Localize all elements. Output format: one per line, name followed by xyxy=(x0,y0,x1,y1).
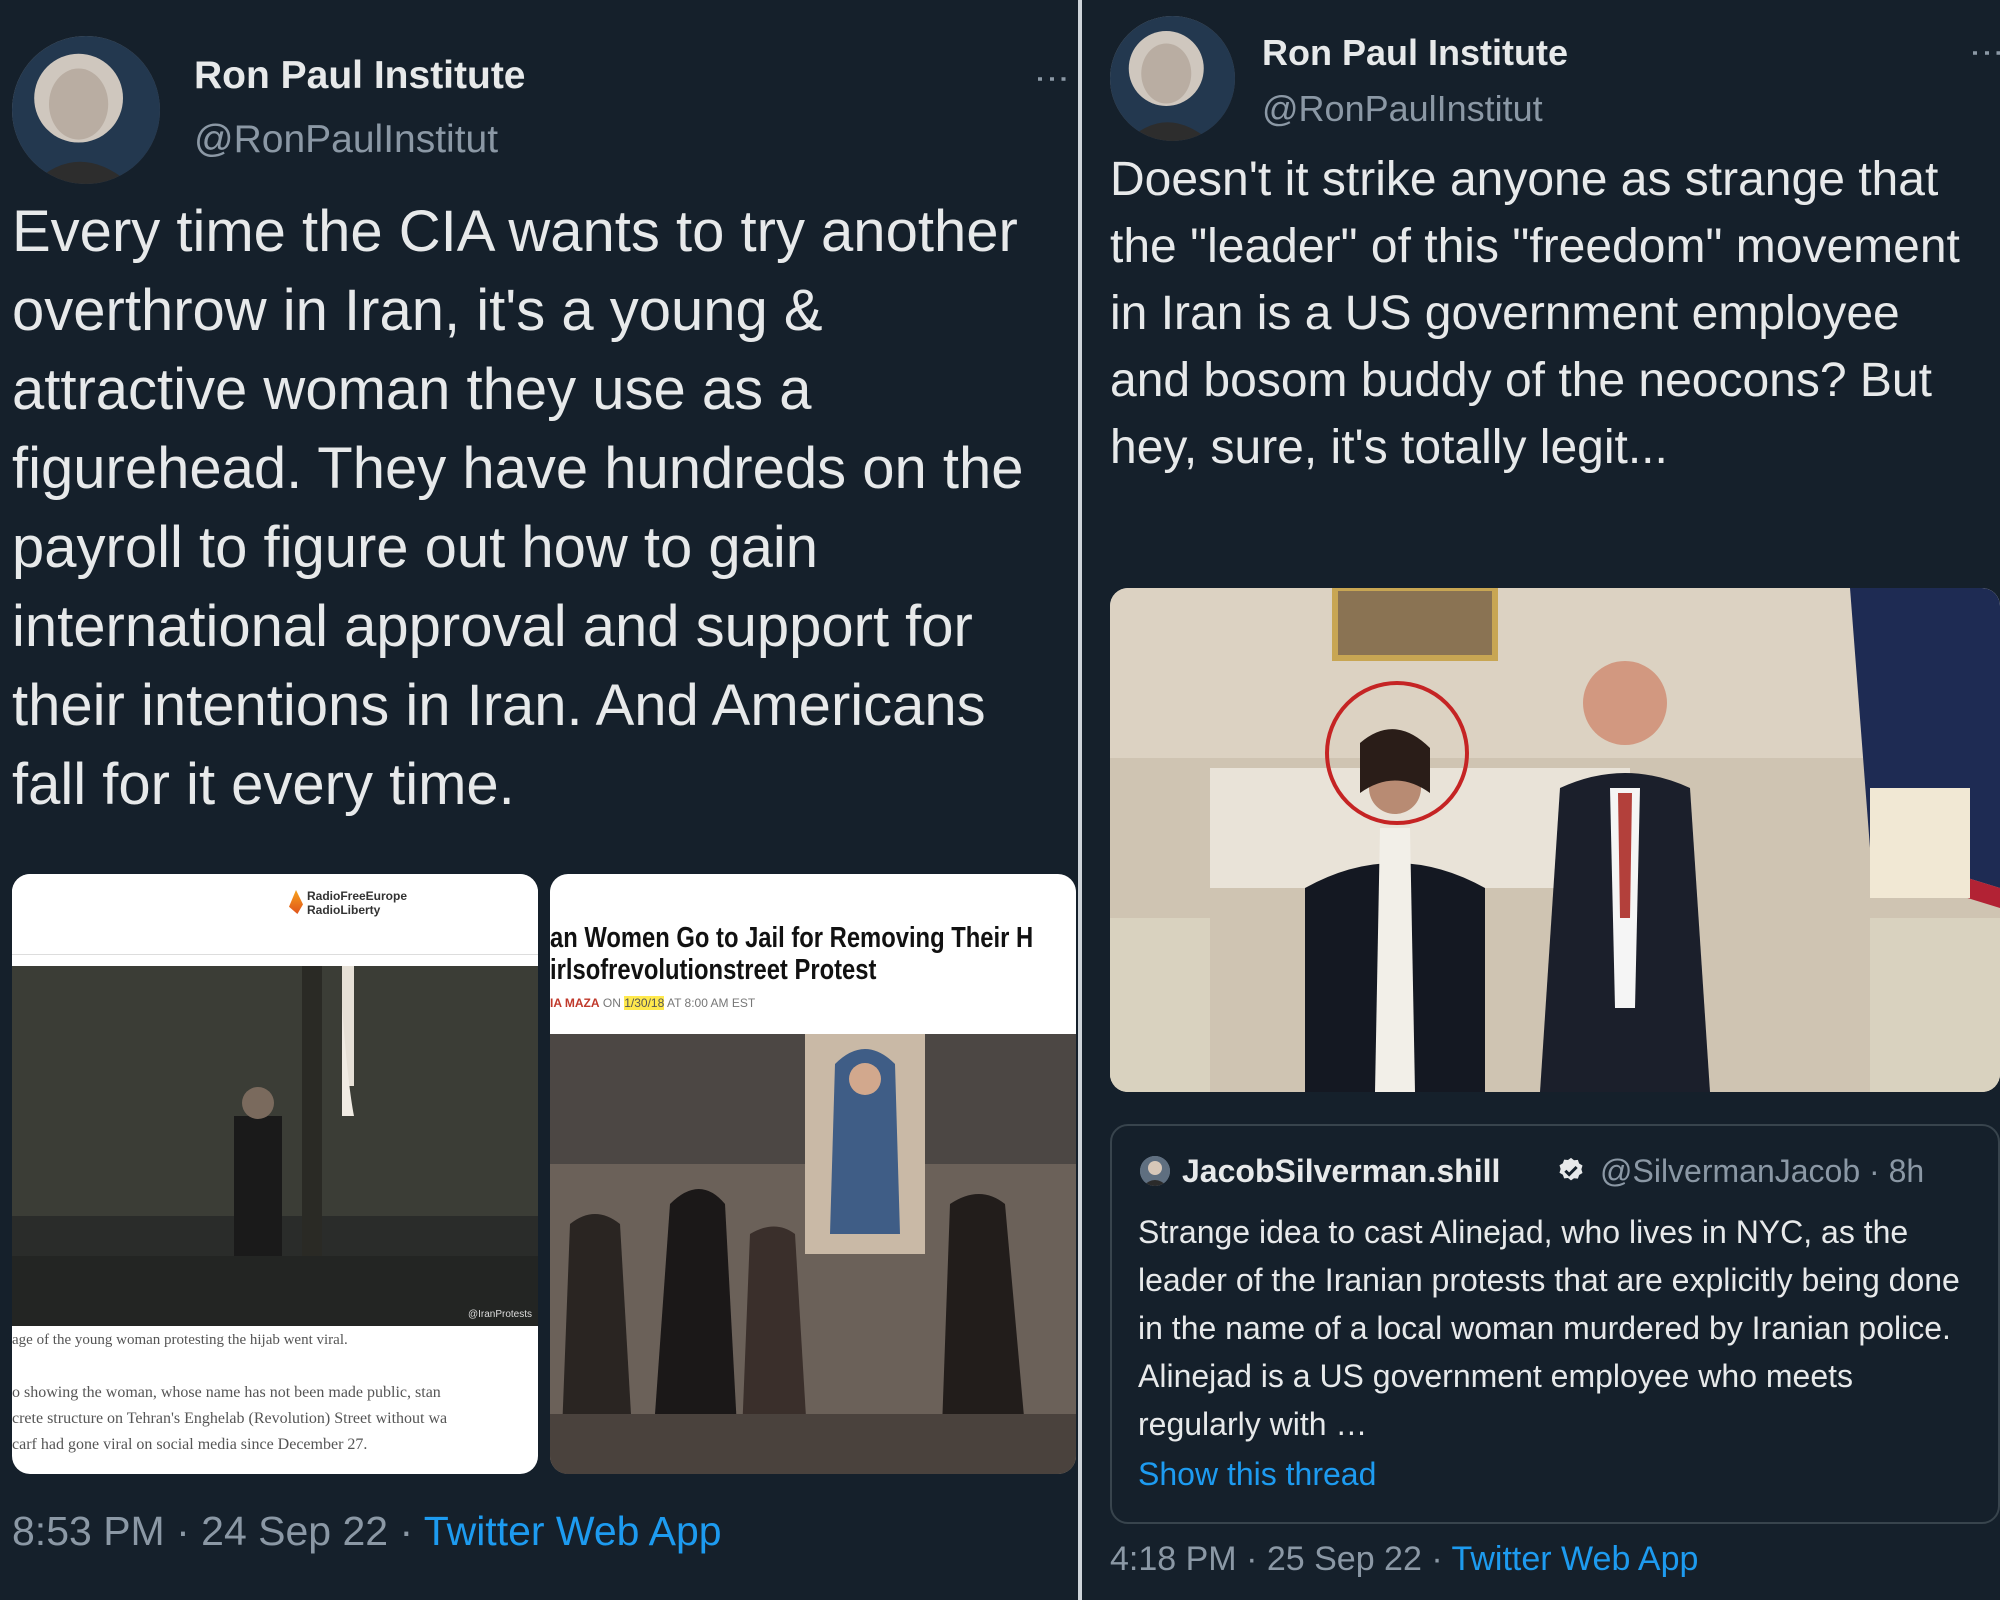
author-handle[interactable]: @RonPaulInstitut xyxy=(1262,88,1543,130)
protest-scene xyxy=(12,966,538,1326)
more-options-icon[interactable]: ⋮ xyxy=(1968,36,2000,70)
article-text-line: crete structure on Tehran's Enghelab (Re… xyxy=(12,1410,448,1427)
quoted-tweet[interactable]: JacobSilverman.shill @SilvermanJacob · 8… xyxy=(1110,1124,2000,1524)
photo-caption: age of the young woman protesting the hi… xyxy=(12,1332,348,1348)
photo-watermark: @IranProtests xyxy=(467,1309,532,1320)
media-image-rfe[interactable]: RadioFreeEurope RadioLiberty @IranProtes… xyxy=(12,874,538,1474)
author-avatar[interactable] xyxy=(12,36,160,184)
quoted-tweet-text: Strange idea to cast Alinejad, who lives… xyxy=(1138,1214,1960,1442)
quoted-author-handle: @SilvermanJacob · 8h xyxy=(1600,1153,1925,1189)
article-headline: irlsofrevolutionstreet Protest xyxy=(550,954,877,986)
avatar-image xyxy=(1140,1156,1170,1186)
meeting-photo xyxy=(1110,588,2000,1092)
author-avatar[interactable] xyxy=(1110,16,1235,141)
rfe-header: RadioFreeEurope RadioLiberty xyxy=(12,874,538,955)
tweet-text: Every time the CIA wants to try another … xyxy=(12,199,1024,817)
tweet-text: Doesn't it strike anyone as strange that… xyxy=(1110,153,1960,474)
rfe-logo: RadioFreeEurope RadioLiberty xyxy=(289,889,407,918)
author-name[interactable]: Ron Paul Institute xyxy=(194,54,526,98)
portrait-image xyxy=(1110,16,1235,141)
portrait-image xyxy=(12,36,160,184)
source-app-link[interactable]: Twitter Web App xyxy=(424,1508,722,1554)
article-byline: IA MAZA ON 1/30/18 AT 8:00 AM EST xyxy=(550,996,756,1010)
author-name[interactable]: Ron Paul Institute xyxy=(1262,32,1568,74)
verified-badge-icon xyxy=(1559,1157,1583,1181)
protest-photo: @IranProtests xyxy=(12,966,538,1326)
tweet-timestamp[interactable]: 4:18 PM · 25 Sep 22 · Twitter Web App xyxy=(1110,1540,1698,1579)
author-handle[interactable]: @RonPaulInstitut xyxy=(194,118,498,162)
quoted-author-name: JacobSilverman.shill xyxy=(1182,1153,1501,1189)
source-app-link[interactable]: Twitter Web App xyxy=(1451,1540,1698,1578)
right-tweet: Ron Paul Institute @RonPaulInstitut ⋮ Do… xyxy=(1082,0,2000,1600)
article-headline: an Women Go to Jail for Removing Their H xyxy=(550,922,1034,954)
media-image-photo[interactable] xyxy=(1110,588,2000,1092)
quoted-author-avatar xyxy=(1140,1156,1170,1186)
street-scene xyxy=(550,1034,1076,1474)
article-text-line: o showing the woman, whose name has not … xyxy=(12,1384,441,1401)
left-tweet: Ron Paul Institute @RonPaulInstitut ⋮ Ev… xyxy=(0,0,1078,1600)
article-text-line: carf had gone viral on social media sinc… xyxy=(12,1436,368,1453)
flame-icon xyxy=(289,890,303,914)
more-options-icon[interactable]: ⋮ xyxy=(1033,62,1071,96)
tweet-timestamp[interactable]: 8:53 PM · 24 Sep 22 · Twitter Web App xyxy=(12,1508,722,1555)
show-thread-link[interactable]: Show this thread xyxy=(1138,1456,1376,1493)
media-image-article[interactable]: an Women Go to Jail for Removing Their H… xyxy=(550,874,1076,1474)
street-photo xyxy=(550,1034,1076,1474)
